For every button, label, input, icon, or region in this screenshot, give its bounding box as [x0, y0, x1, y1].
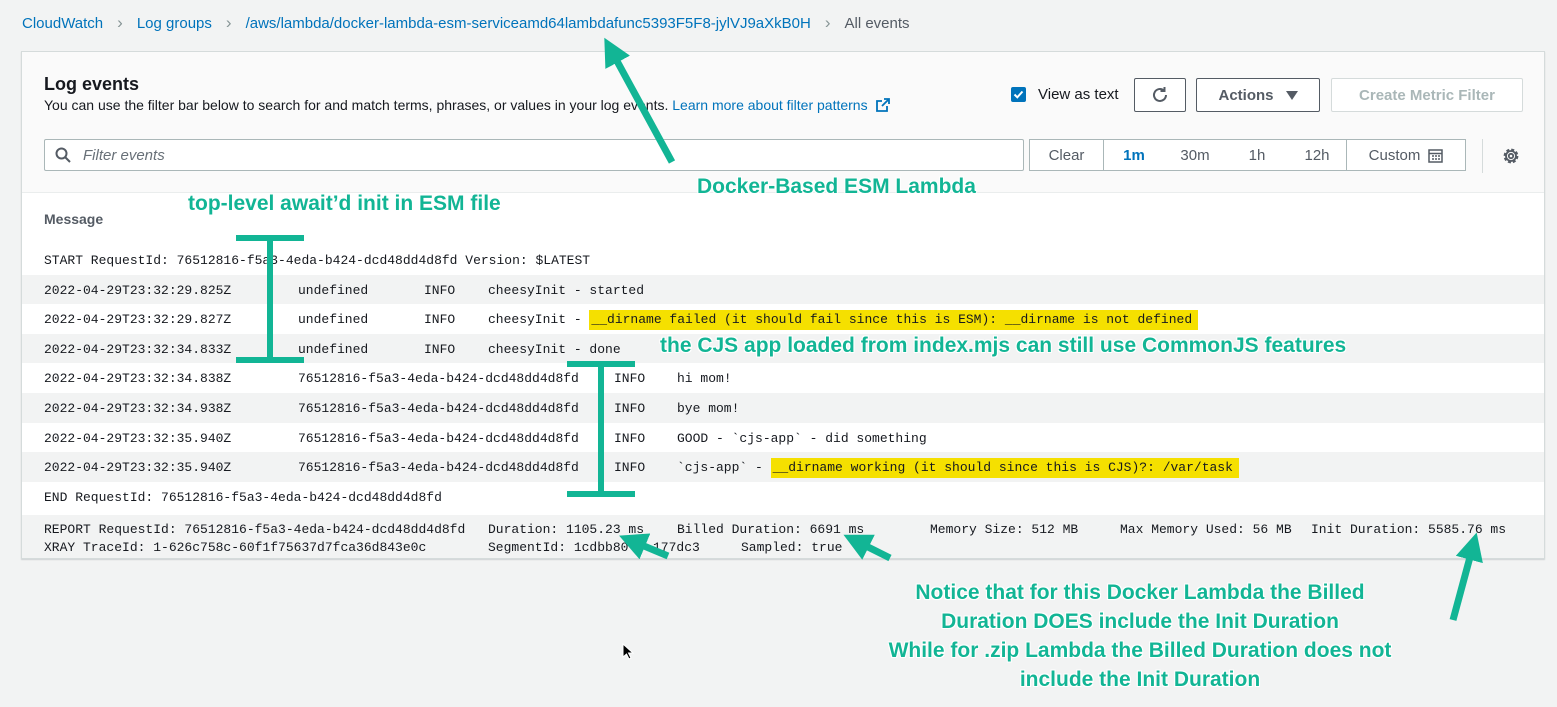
annotation-top-level: top-level await’d init in ESM file — [188, 192, 501, 215]
annotation-docker: Docker-Based ESM Lambda — [697, 175, 976, 198]
annotation-cjs: the CJS app loaded from index.mjs can st… — [660, 334, 1347, 357]
annotation-notice: Notice that for this Docker Lambda the B… — [840, 578, 1440, 694]
mouse-cursor-icon — [622, 643, 634, 660]
annotation-notice-line: include the Init Duration — [1019, 668, 1261, 691]
annotation-notice-line: Notice that for this Docker Lambda the B… — [915, 581, 1365, 604]
annotation-notice-line: While for .zip Lambda the Billed Duratio… — [888, 639, 1392, 662]
annotation-notice-line: Duration DOES include the Init Duration — [941, 610, 1339, 633]
